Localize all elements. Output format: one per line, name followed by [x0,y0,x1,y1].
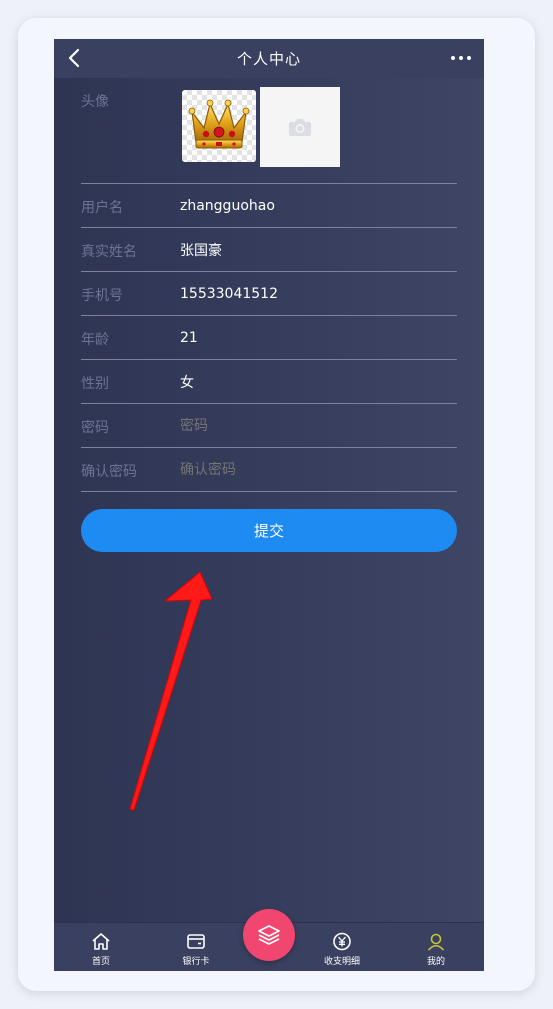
profile-form: 头像 用户名 zhangguohao 真实姓名 张国豪 手机号 15533041… [81,78,457,492]
tab-mine[interactable]: 我的 [401,923,471,971]
user-icon [427,933,445,951]
confirm-password-label: 确认密码 [81,464,137,480]
gender-label: 性别 [81,376,109,392]
phone-row: 手机号 [81,272,457,316]
realname-input[interactable] [179,234,457,266]
confirm-password-row: 确认密码 [81,448,457,492]
tab-transactions-label: 收支明细 [323,957,360,967]
gender-row: 性别 [81,360,457,404]
bottom-tabbar: 首页 银行卡 收支明细 我的 [54,909,484,971]
submit-button[interactable]: 提交 [81,509,457,552]
realname-row: 真实姓名 [81,228,457,272]
center-action-button[interactable] [243,909,295,961]
gender-input[interactable] [179,366,457,398]
tab-mine-label: 我的 [426,957,445,967]
phone-label: 手机号 [81,288,123,304]
password-input[interactable] [179,410,457,442]
confirm-password-input[interactable] [179,454,457,486]
avatar-row: 头像 [81,78,457,184]
page-title: 个人中心 [236,50,301,68]
realname-label: 真实姓名 [81,244,137,260]
username-row: 用户名 [81,184,457,228]
tab-transactions[interactable]: 收支明细 [307,923,377,971]
layers-icon [258,925,280,945]
age-input[interactable] [179,322,457,354]
card-icon [187,934,205,949]
avatar-thumbnail[interactable] [182,90,256,162]
password-row: 密码 [81,404,457,448]
username-label: 用户名 [81,200,123,216]
home-icon [92,933,110,950]
phone-screen: 个人中心 头像 用户名 zhangguohao 真实姓名 张国豪 手机号 155… [54,39,484,971]
avatar-upload-button[interactable] [260,87,340,167]
avatar-label: 头像 [81,94,109,110]
age-label: 年龄 [81,332,109,348]
yuan-icon [333,932,351,951]
tab-home[interactable]: 首页 [66,923,136,971]
age-row: 年龄 [81,316,457,360]
password-label: 密码 [81,420,109,436]
tab-bank-card[interactable]: 银行卡 [161,923,231,971]
username-input[interactable] [179,190,457,222]
chevron-left-icon[interactable] [64,47,86,69]
tab-home-label: 首页 [91,957,110,967]
camera-icon [289,119,311,136]
tab-bank-card-label: 银行卡 [182,957,210,967]
phone-input[interactable] [179,278,457,310]
more-dots-icon[interactable] [450,49,472,67]
crown-icon [188,99,250,149]
top-navbar: 个人中心 [54,39,484,78]
